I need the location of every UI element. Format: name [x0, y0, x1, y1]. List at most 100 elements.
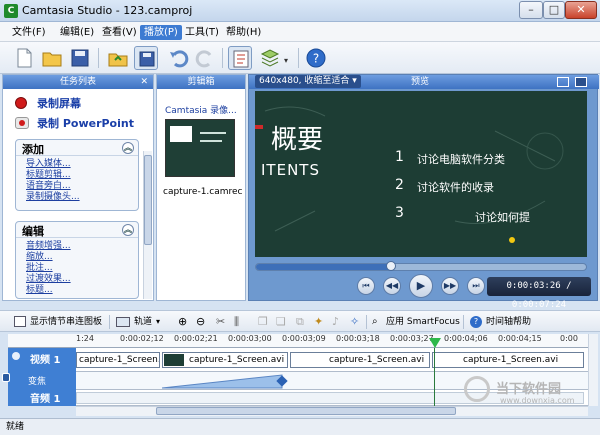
audio-enhance-link[interactable]: 音频增强...	[16, 241, 138, 252]
copy-icon[interactable]: ❐	[258, 315, 268, 329]
thumbnail-line	[200, 140, 222, 142]
menu-view[interactable]: 查看(V)	[98, 25, 141, 40]
extend-frame-icon[interactable]: ⧉	[296, 315, 304, 329]
add-group-header[interactable]: 添加 ︽	[16, 140, 138, 156]
audio-edit-icon[interactable]: ♪	[332, 315, 339, 329]
close-panel-icon[interactable]: ✕	[140, 75, 148, 89]
toolbar-separator	[222, 48, 223, 68]
title-clip-link[interactable]: 标题剪辑...	[16, 170, 138, 181]
ruler-tick-label: 0:00:02;12	[120, 334, 164, 343]
titles-link[interactable]: 标题...	[16, 285, 138, 296]
toolbar-separator	[463, 315, 464, 329]
main-toolbar: ▾ ?	[0, 42, 600, 74]
lock-icon[interactable]	[2, 373, 10, 382]
task-list-panel: 任务列表 ✕ 录制屏幕 录制 PowerPoint 添加 ︽ 导入媒体... 标…	[2, 74, 154, 301]
playhead-line	[434, 348, 435, 406]
menu-help[interactable]: 帮助(H)	[222, 25, 265, 40]
library-icon[interactable]	[258, 46, 282, 70]
rewind-icon[interactable]: ◀◀	[383, 277, 401, 295]
zoom-out-icon[interactable]: ⊖	[196, 315, 205, 329]
record-screen-link[interactable]: 录制屏幕	[3, 95, 153, 113]
produce-save-icon[interactable]	[134, 46, 158, 70]
paste-icon[interactable]: ❏	[276, 315, 286, 329]
clip-group-title[interactable]: Camtasia 录像...	[165, 103, 237, 116]
record-screen-label: 录制屏幕	[37, 97, 81, 110]
video-clip[interactable]: capture-1_Screen.avi	[432, 352, 584, 368]
toolbar-separator	[98, 48, 99, 68]
add-group-title: 添加	[22, 143, 44, 156]
edit-group-header[interactable]: 编辑 ︽	[16, 222, 138, 238]
fast-forward-icon[interactable]: ▶▶	[441, 277, 459, 295]
menu-edit[interactable]: 编辑(E)	[56, 25, 98, 40]
close-button[interactable]: ✕	[565, 1, 597, 19]
video-clip[interactable]: capture-1_Screen.avi	[290, 352, 430, 368]
video-track[interactable]: capture-1_Screen.avi capture-1_Screen.av…	[76, 348, 588, 372]
minimize-button[interactable]: –	[519, 1, 543, 19]
smartfocus-icon[interactable]: ⌕	[372, 315, 378, 329]
play-icon[interactable]: ▶	[409, 274, 433, 298]
clip-bin-header: 剪辑箱	[157, 75, 245, 89]
menu-tools[interactable]: 工具(T)	[181, 25, 223, 40]
track-visibility-icon[interactable]	[12, 352, 20, 360]
clip-name[interactable]: capture-1.camrec	[163, 187, 243, 197]
audio-track-label: 音频 1	[30, 394, 61, 405]
toolbar-separator	[298, 48, 299, 68]
zoom-dropdown[interactable]: 640x480, 收缩至适合 ▾	[255, 75, 361, 88]
seek-thumb[interactable]	[386, 261, 397, 271]
timeline-ruler[interactable]: 1:24 0:00:02;12 0:00:02;21 0:00:03;00 0:…	[76, 334, 588, 348]
skip-start-icon[interactable]: ⏮	[357, 277, 375, 295]
status-bar: 就绪	[0, 418, 600, 435]
zoom-link[interactable]: 缩放...	[16, 252, 138, 263]
show-storyboard-button[interactable]: 显示情节串连图板	[30, 315, 102, 329]
smartfocus-button[interactable]: 应用 SmartFocus	[386, 315, 460, 329]
skip-end-icon[interactable]: ⏭	[467, 277, 485, 295]
ruler-corner	[8, 334, 76, 348]
library-dropdown-arrow-icon[interactable]: ▾	[284, 56, 288, 65]
import-media-link[interactable]: 导入媒体...	[16, 159, 138, 170]
timeline-vertical-scrollbar[interactable]	[588, 334, 598, 406]
timeline-help-icon[interactable]: ?	[470, 316, 482, 328]
tracks-icon[interactable]	[116, 317, 130, 327]
new-file-icon[interactable]	[12, 46, 36, 70]
fullscreen-icon[interactable]	[575, 77, 587, 87]
import-media-icon[interactable]	[106, 46, 130, 70]
effects-icon[interactable]: ✧	[350, 315, 359, 329]
menu-play[interactable]: 播放(P)	[140, 25, 182, 40]
collapse-icon[interactable]: ︽	[122, 224, 134, 236]
timeline-horizontal-scrollbar[interactable]	[76, 406, 588, 416]
tracks-button[interactable]: 轨道	[134, 315, 152, 329]
task-list-icon[interactable]	[228, 46, 252, 70]
scrollbar-thumb[interactable]	[144, 155, 152, 245]
voice-narration-link[interactable]: 语音旁白...	[16, 181, 138, 192]
record-ppt-link[interactable]: 录制 PowerPoint	[3, 115, 153, 133]
collapse-icon[interactable]: ︽	[122, 142, 134, 154]
scrollbar-thumb[interactable]	[156, 407, 456, 415]
callouts-link[interactable]: 批注...	[16, 263, 138, 274]
record-camera-link[interactable]: 录制摄像头...	[16, 192, 138, 203]
cut-icon[interactable]: ✂	[216, 315, 225, 329]
marker-icon[interactable]: ✦	[314, 315, 323, 329]
maximize-button[interactable]: □	[543, 1, 565, 19]
clip-thumbnail[interactable]	[165, 119, 235, 177]
redo-icon[interactable]	[194, 46, 218, 70]
slide-item-text: 讨论电脑软件分类	[417, 153, 505, 166]
video-clip[interactable]: capture-1_Screen.avi	[162, 352, 288, 368]
playhead-marker-icon[interactable]	[429, 338, 441, 348]
storyboard-icon[interactable]	[14, 316, 26, 327]
save-icon[interactable]	[68, 46, 92, 70]
undo-icon[interactable]	[166, 46, 190, 70]
timeline-help-button[interactable]: 时间轴帮助	[486, 315, 531, 329]
track-headers: 视频 1 变焦 音频 1	[2, 348, 76, 406]
open-folder-icon[interactable]	[40, 46, 64, 70]
task-panel-scrollbar[interactable]	[143, 151, 152, 299]
tracks-dropdown-arrow-icon[interactable]: ▾	[156, 315, 160, 329]
menu-file[interactable]: 文件(F)	[8, 25, 50, 40]
zoom-in-icon[interactable]: ⊕	[178, 315, 187, 329]
video-clip[interactable]: capture-1_Screen.avi	[76, 352, 160, 368]
seek-bar[interactable]	[255, 261, 587, 271]
transitions-link[interactable]: 过渡效果...	[16, 274, 138, 285]
help-icon[interactable]: ?	[304, 46, 328, 70]
video-canvas[interactable]: 概要 ITENTS 1 讨论电脑软件分类 2 讨论软件的收录 3 讨论如何提	[255, 91, 587, 257]
window-mode-icon[interactable]	[557, 77, 569, 87]
split-icon[interactable]: ⫼	[234, 315, 239, 329]
